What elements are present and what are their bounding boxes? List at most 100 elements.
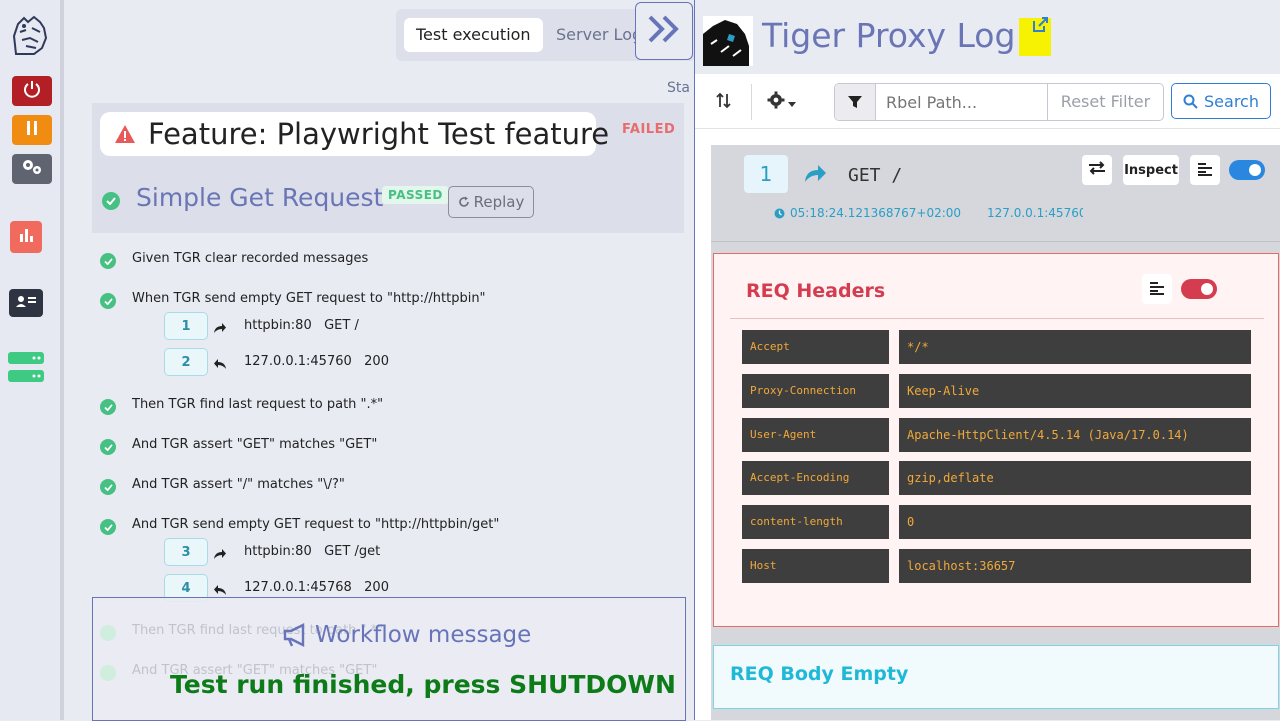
step-passed-icon xyxy=(100,519,116,535)
scenario-title: Simple Get Request xyxy=(136,183,384,212)
settings-icon xyxy=(20,158,44,180)
req-body-title: REQ Body Empty xyxy=(730,663,909,685)
header-value: localhost:36657 xyxy=(899,549,1251,583)
step-passed-icon xyxy=(100,439,116,455)
proxy-log-pane: Tiger Proxy Log Reset Fil xyxy=(694,0,1280,720)
external-link-icon xyxy=(1031,16,1049,38)
workflow-message-title-text: Workflow message xyxy=(315,622,532,648)
tab-test-execution[interactable]: Test execution xyxy=(404,18,543,52)
server-button-1[interactable] xyxy=(8,352,44,364)
proxy-title: Tiger Proxy Log xyxy=(762,16,1016,55)
feature-title-box: Feature: Playwright Test feature xyxy=(100,112,609,156)
message-link-3[interactable]: 3 xyxy=(164,538,208,566)
status-label: Sta xyxy=(667,80,690,96)
share-arrow-icon xyxy=(213,545,229,559)
message-list: 1 GET / Inspect 05:18:24.121368767+02:00… xyxy=(711,145,1280,720)
step-text: When TGR send empty GET request to "http… xyxy=(132,291,486,306)
sort-icon xyxy=(715,92,733,114)
settings-button[interactable] xyxy=(12,154,52,184)
reset-filter-button[interactable]: Reset Filter xyxy=(1048,84,1163,120)
tiger-proxy-logo-icon xyxy=(703,16,753,66)
message-number: 1 xyxy=(744,155,788,193)
workflow-message-text: Test run finished, press SHUTDOWN xyxy=(170,670,676,699)
inspect-button[interactable]: Inspect xyxy=(1123,155,1179,185)
sort-button[interactable] xyxy=(715,92,733,114)
message-timestamp: 05:18:24.121368767+02:00 xyxy=(774,206,961,220)
share-arrow-icon xyxy=(213,319,229,333)
message-summary: httpbin:80 GET /get xyxy=(244,544,381,559)
reply-arrow-icon xyxy=(213,581,229,595)
step-passed-icon xyxy=(100,253,116,269)
caret-down-icon xyxy=(788,93,796,112)
header-value: Keep-Alive xyxy=(899,374,1251,408)
message-summary: 127.0.0.1:45760 200 xyxy=(244,354,389,369)
proxy-toolbar: Reset Filter Search xyxy=(695,74,1280,129)
message-address: 127.0.0.1:45760 xyxy=(987,206,1083,220)
header-row: Accept */* xyxy=(742,330,1254,364)
reply-arrow-icon xyxy=(213,355,229,369)
header-key: Accept xyxy=(742,330,889,364)
header-key: User-Agent xyxy=(742,418,889,452)
feature-section: Feature: Playwright Test feature FAILED … xyxy=(92,103,684,233)
pause-icon xyxy=(25,120,39,140)
req-headers-panel: REQ Headers Accept */* Proxy-Connection … xyxy=(713,253,1279,627)
tiger-logo-icon xyxy=(10,14,50,58)
step-passed-icon xyxy=(100,399,116,415)
search-button[interactable]: Search xyxy=(1171,83,1271,119)
message-expand-toggle[interactable] xyxy=(1229,160,1265,180)
bar-chart-icon xyxy=(17,226,35,248)
headers-expand-toggle[interactable] xyxy=(1181,279,1217,299)
req-headers-title: REQ Headers xyxy=(746,280,886,302)
feature-title: Feature: Playwright Test feature xyxy=(148,117,610,151)
align-toggle-button[interactable] xyxy=(1190,155,1220,185)
step-text: Given TGR clear recorded messages xyxy=(132,251,369,266)
message-card-header: 1 GET / Inspect 05:18:24.121368767+02:00… xyxy=(711,145,1280,242)
partner-message-button[interactable] xyxy=(1082,155,1112,185)
rbel-path-input[interactable] xyxy=(876,84,1048,120)
step-text: Then TGR find last request to path ".*" xyxy=(132,397,384,412)
header-row: Host localhost:36657 xyxy=(742,549,1254,583)
replay-label: Replay xyxy=(473,193,525,211)
header-key: content-length xyxy=(742,505,889,539)
test-info-button[interactable] xyxy=(9,289,43,317)
settings-dropdown-button[interactable] xyxy=(767,91,796,113)
step-passed-icon xyxy=(100,479,116,495)
workflow-message-title: Workflow message xyxy=(283,622,531,648)
filter-group: Reset Filter xyxy=(834,83,1164,121)
clock-icon xyxy=(774,208,785,219)
shutdown-button[interactable] xyxy=(12,76,52,106)
header-row: content-length 0 xyxy=(742,505,1254,539)
header-value: */* xyxy=(899,330,1251,364)
server-button-2[interactable] xyxy=(8,370,44,382)
toolbar-divider xyxy=(751,84,752,120)
id-card-icon xyxy=(14,293,38,313)
double-chevron-right-icon xyxy=(646,14,682,48)
header-key: Host xyxy=(742,549,889,583)
scenario-passed-icon xyxy=(102,192,120,210)
timestamp-text: 05:18:24.121368767+02:00 xyxy=(790,206,962,220)
req-body-panel: REQ Body Empty xyxy=(713,645,1279,709)
message-summary: httpbin:80 GET / xyxy=(244,318,359,333)
sidebar xyxy=(0,0,64,720)
scenario-status-badge: PASSED xyxy=(382,186,449,204)
header-key: Accept-Encoding xyxy=(742,461,889,495)
external-link-button[interactable] xyxy=(1019,16,1051,56)
header-value: 0 xyxy=(899,505,1251,539)
message-link-2[interactable]: 2 xyxy=(164,348,208,376)
power-icon xyxy=(23,80,41,102)
header-value: gzip,deflate xyxy=(899,461,1251,495)
replay-button[interactable]: Replay xyxy=(448,186,534,218)
request-arrow-icon xyxy=(803,163,827,187)
statistics-button[interactable] xyxy=(10,221,42,253)
toggle-proxy-pane-button[interactable] xyxy=(635,2,693,60)
message-link-1[interactable]: 1 xyxy=(164,312,208,340)
feature-status-badge: FAILED xyxy=(622,122,676,137)
server-icon xyxy=(8,367,44,386)
header-row: Proxy-Connection Keep-Alive xyxy=(742,374,1254,408)
pause-button[interactable] xyxy=(12,115,52,145)
server-icon xyxy=(8,349,44,368)
search-label: Search xyxy=(1204,91,1259,111)
headers-align-button[interactable] xyxy=(1142,274,1172,304)
step-passed-icon xyxy=(100,665,116,681)
step-text: And TGR assert "/" matches "\/?" xyxy=(132,477,345,492)
